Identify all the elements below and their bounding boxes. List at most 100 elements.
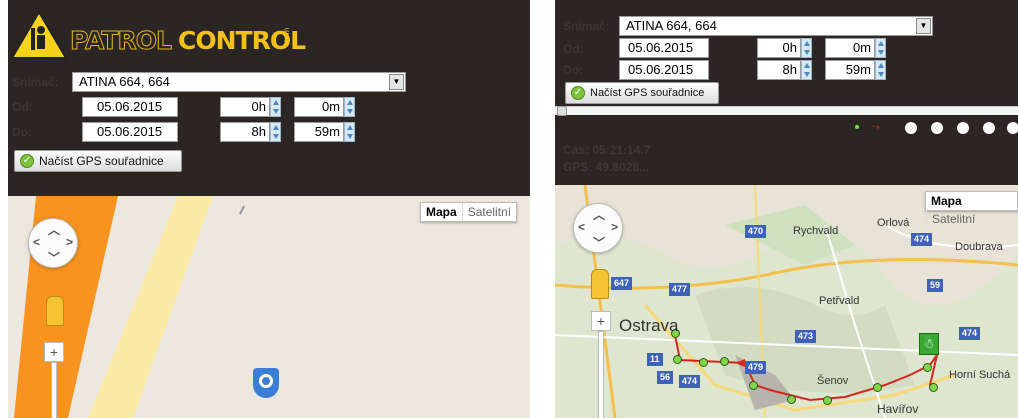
left-screenshot: PATROL CONTROL .com Snímač: ATINA 664, 6… [0,0,538,418]
road-number: 473 [795,330,817,343]
location-marker-icon[interactable] [253,368,279,398]
place-label: Doubrava [955,241,1003,253]
load-gps-label: Načíst GPS souřadnice [39,154,164,168]
route-point[interactable] [923,363,932,372]
zoom-slider-track[interactable] [598,331,604,418]
load-gps-button-right[interactable]: ✓ Načíst GPS souřadnice [565,82,719,104]
pan-right-icon[interactable]: > [611,220,618,234]
road-number: 470 [745,225,767,238]
pan-down-icon[interactable]: ﹀ [593,234,605,251]
route-point[interactable] [720,357,729,366]
play-icon[interactable] [905,122,917,134]
pan-up-icon[interactable]: ︿ [593,206,605,223]
chevron-down-icon[interactable]: ▼ [389,74,404,90]
vehicle-select-right[interactable]: ATINA 664, 664 ▼ [619,16,933,36]
timeline-slider-handle[interactable] [557,106,567,116]
map-type-control[interactable]: Mapa Satelitní [420,202,518,222]
zoom-in-button[interactable]: + [591,311,611,331]
route-point[interactable] [929,383,938,392]
pan-control[interactable]: ︿ < > ﹀ [28,218,78,268]
map-view[interactable]: Mapa Satelitní ︿ < > ﹀ + [8,196,530,418]
stop-icon[interactable] [1007,122,1018,134]
pause-icon[interactable] [931,122,943,134]
check-icon: ✓ [20,154,34,168]
route-point[interactable] [873,383,882,392]
road-number: 11 [647,353,663,366]
road-number: 56 [657,371,674,384]
place-label: Šenov [817,375,849,387]
to-hour-spinner[interactable] [270,122,281,142]
step-back-icon[interactable] [957,122,969,134]
route-point[interactable] [787,395,796,404]
to-minute-spinner[interactable] [344,122,355,142]
to-date-input[interactable]: 05.06.2015 [82,122,178,142]
from-hour-input[interactable]: 0h [220,97,270,117]
vehicle-select[interactable]: ATINA 664, 664 ▼ [72,72,406,92]
dot-icon[interactable] [855,125,859,129]
place-label: Horní Suchá [949,369,1011,381]
timeline-slider[interactable] [555,106,1018,116]
to-date-input-right[interactable]: 05.06.2015 [619,60,709,80]
map-type-satellite[interactable]: Satelitní [461,203,516,221]
route-point[interactable] [749,381,758,390]
street-view-pegman-icon[interactable] [591,269,609,299]
brand-logo: PATROL CONTROL .com [10,10,310,62]
route-point[interactable] [699,358,708,367]
zoom-control[interactable]: + [44,342,64,418]
map-type-map[interactable]: Mapa [421,203,462,221]
from-minute-spinner-right[interactable] [875,38,886,58]
road-number: 474 [911,233,933,246]
from-minute-spinner[interactable] [344,97,355,117]
from-date-input[interactable]: 05.06.2015 [82,97,178,117]
label-vehicle: Snímač: [12,75,59,89]
pan-right-icon[interactable]: > [66,235,73,249]
map-type-map-right[interactable]: Mapa [926,192,967,210]
place-label: Havířov [877,402,919,416]
pan-left-icon[interactable]: < [33,235,40,249]
load-gps-button[interactable]: ✓ Načíst GPS souřadnice [14,150,182,172]
route-icon[interactable]: ⤳ [871,121,880,134]
map-view-right[interactable]: ☃ Rychvald Orlová Doubrava Petřvald Ostr… [555,185,1018,418]
road-number: 647 [611,277,633,290]
from-hour-input-right[interactable]: 0h [757,38,801,58]
label-to: Do: [12,125,32,139]
step-forward-icon[interactable] [983,122,995,134]
control-header-right: Snímač: ATINA 664, 664 ▼ Od: 05.06.2015 … [555,0,1018,185]
pan-up-icon[interactable]: ︿ [48,221,60,238]
brand-text-suffix: .com [282,27,292,46]
pan-control-right[interactable]: ︿ < > ﹀ [573,203,623,253]
zoom-slider-track[interactable] [51,362,57,418]
vehicle-select-value: ATINA 664, 664 [79,74,170,89]
zoom-in-button[interactable]: + [44,342,64,362]
place-label: Orlová [877,217,910,229]
map-type-control-right[interactable]: MapaSatelitní [925,191,1018,228]
vehicle-select-value-right: ATINA 664, 664 [626,18,717,33]
gps-readout: GPS: 49.8028... [563,160,650,174]
from-minute-input-right[interactable]: 0m [825,38,875,58]
pan-down-icon[interactable]: ﹀ [48,249,60,266]
to-minute-input[interactable]: 59m [294,122,344,142]
route-point[interactable] [823,396,832,405]
zoom-control-right[interactable]: + [591,311,611,418]
brand-text-patrol: PATROL [70,26,173,56]
right-screenshot: Snímač: ATINA 664, 664 ▼ Od: 05.06.2015 … [555,0,1018,418]
map-type-satellite-right[interactable]: Satelitní [926,210,980,228]
from-hour-spinner[interactable] [270,97,281,117]
to-minute-input-right[interactable]: 59m [825,60,875,80]
route-point[interactable] [673,355,682,364]
chevron-down-icon[interactable]: ▼ [916,18,931,34]
from-date-input-right[interactable]: 05.06.2015 [619,38,709,58]
to-hour-input[interactable]: 8h [220,122,270,142]
pan-left-icon[interactable]: < [578,220,585,234]
to-minute-spinner-right[interactable] [875,60,886,80]
end-marker-icon[interactable]: ☃ [919,333,939,355]
road-number: 477 [669,283,691,296]
from-minute-input[interactable]: 0m [294,97,344,117]
load-gps-label-right: Načíst GPS souřadnice [590,87,705,99]
playback-toolbar: ⤳ [851,120,1018,136]
from-hour-spinner-right[interactable] [801,38,812,58]
place-label: Ostrava [619,316,679,335]
to-hour-input-right[interactable]: 8h [757,60,801,80]
street-view-pegman-icon[interactable] [46,296,64,326]
to-hour-spinner-right[interactable] [801,60,812,80]
